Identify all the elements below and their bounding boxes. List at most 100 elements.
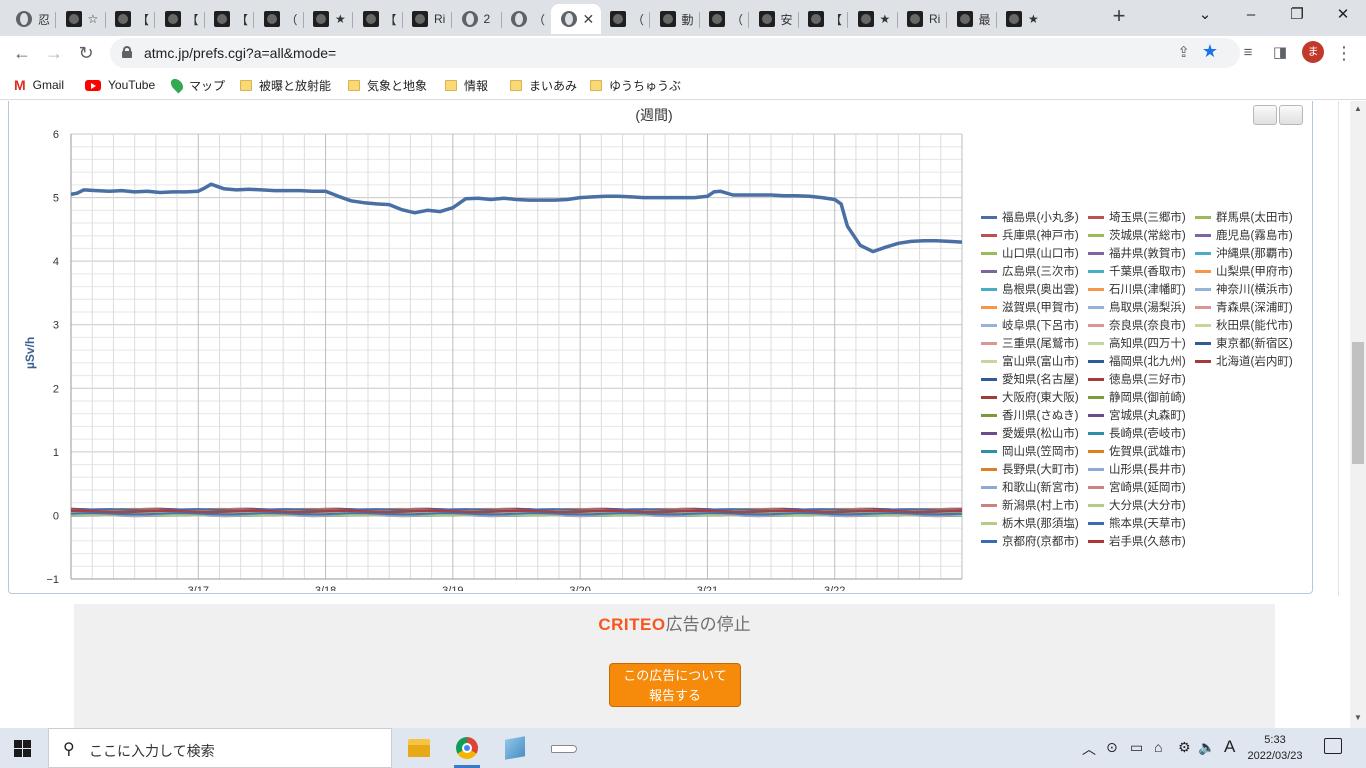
browser-tab[interactable]: 【 — [155, 4, 205, 34]
legend-item[interactable]: 新潟県(村上市) — [981, 497, 1079, 513]
forward-arrow-icon[interactable]: → — [40, 40, 68, 66]
report-ad-button[interactable]: この広告について 報告する — [609, 663, 741, 707]
browser-tab[interactable]: ★ — [848, 4, 898, 34]
browser-tab[interactable]: 動 — [650, 4, 700, 34]
legend-item[interactable]: 大分県(大分市) — [1088, 497, 1186, 513]
volume-icon[interactable]: 🔈 — [1198, 739, 1215, 756]
browser-tab[interactable]: （ — [501, 4, 551, 34]
browser-tab[interactable]: （ — [254, 4, 304, 34]
legend-item[interactable]: 兵庫県(神戸市) — [981, 227, 1079, 243]
legend-item[interactable]: 宮崎県(延岡市) — [1088, 479, 1186, 495]
pinned-app-icon[interactable] — [496, 734, 534, 768]
tray-chevron-icon[interactable]: ︿ — [1082, 739, 1096, 759]
pinned-app-icon[interactable] — [546, 734, 584, 768]
legend-item[interactable]: 静岡県(御前崎) — [1088, 389, 1186, 405]
legend-item[interactable]: 大阪府(東大阪) — [981, 389, 1079, 405]
legend-item[interactable]: 埼玉県(三郷市) — [1088, 209, 1186, 225]
bookmark-folder[interactable]: 気象と地象 — [348, 76, 427, 94]
legend-item[interactable]: 青森県(深浦町) — [1195, 299, 1293, 315]
legend-item[interactable]: 山梨県(甲府市) — [1195, 263, 1293, 279]
bookmark-gmail[interactable]: M Gmail — [14, 76, 64, 94]
legend-item[interactable]: 島根県(奥出雲) — [981, 281, 1079, 297]
legend-item[interactable]: 佐賀県(武雄市) — [1088, 443, 1186, 459]
legend-item[interactable]: 北海道(岩内町) — [1195, 353, 1293, 369]
legend-item[interactable]: 香川県(さぬき) — [981, 407, 1078, 423]
legend-item[interactable]: 栃木県(那須塩) — [981, 515, 1079, 531]
browser-tab[interactable]: （ — [600, 4, 650, 34]
legend-item[interactable]: 東京都(新宿区) — [1195, 335, 1293, 351]
legend-item[interactable]: 鳥取県(湯梨浜) — [1088, 299, 1186, 315]
bookmark-star-icon[interactable]: ★ — [1202, 41, 1218, 62]
browser-tab[interactable]: ✕ — [550, 4, 601, 34]
legend-item[interactable]: 広島県(三次市) — [981, 263, 1079, 279]
legend-item[interactable]: 秋田県(能代市) — [1195, 317, 1293, 333]
legend-item[interactable]: 愛知県(名古屋) — [981, 371, 1079, 387]
legend-item[interactable]: 福岡県(北九州) — [1088, 353, 1186, 369]
new-tab-button[interactable]: + — [1108, 5, 1130, 28]
legend-item[interactable]: 熊本県(天草市) — [1088, 515, 1186, 531]
side-panel-icon[interactable]: ◨ — [1266, 40, 1294, 66]
legend-item[interactable]: 徳島県(三好市) — [1088, 371, 1186, 387]
browser-tab[interactable]: 安 — [749, 4, 799, 34]
browser-tab[interactable]: 忍 — [6, 4, 56, 34]
legend-item[interactable]: 福井県(敦賀市) — [1088, 245, 1186, 261]
taskbar-search[interactable]: ⚲ ここに入力して検索 — [48, 728, 392, 768]
legend-item[interactable]: 群馬県(太田市) — [1195, 209, 1293, 225]
windows-start-icon[interactable] — [14, 740, 31, 757]
ad-stop-banner[interactable]: CRITEO広告の停止 — [74, 610, 1275, 635]
maximize-button[interactable]: ❐ — [1274, 0, 1320, 30]
browser-tab[interactable]: ★ — [996, 4, 1046, 34]
legend-item[interactable]: 岐阜県(下呂市) — [981, 317, 1079, 333]
address-bar[interactable]: atmc.jp/prefs.cgi?a=all&mode= ⇪ ★ — [110, 38, 1240, 68]
bookmark-folder[interactable]: ゆうちゅうぶ — [590, 76, 681, 94]
legend-item[interactable]: 長崎県(壱岐市) — [1088, 425, 1186, 441]
legend-item[interactable]: 神奈川(横浜市) — [1195, 281, 1293, 297]
legend-item[interactable]: 福島県(小丸多) — [981, 209, 1079, 225]
browser-tab[interactable]: 【 — [105, 4, 155, 34]
url-text[interactable]: atmc.jp/prefs.cgi?a=all&mode= — [144, 45, 336, 61]
legend-item[interactable]: 岡山県(笠岡市) — [981, 443, 1079, 459]
tray-settings-icon[interactable]: ⚙ — [1178, 739, 1191, 756]
scroll-up-arrow-icon[interactable]: ▲ — [1354, 104, 1362, 113]
tab-search-button[interactable]: ⌄ — [1182, 0, 1228, 30]
browser-tab[interactable]: 【 — [353, 4, 403, 34]
legend-item[interactable]: 岩手県(久慈市) — [1088, 533, 1186, 549]
close-window-button[interactable]: ✕ — [1320, 0, 1366, 30]
browser-tab[interactable]: ☆ — [56, 4, 106, 34]
legend-item[interactable]: 愛媛県(松山市) — [981, 425, 1079, 441]
chrome-icon[interactable] — [448, 734, 486, 768]
legend-item[interactable]: 鹿児島(霧島市) — [1195, 227, 1293, 243]
legend-item[interactable]: 和歌山(新宮市) — [981, 479, 1079, 495]
tray-app-icon[interactable]: ⊙ — [1106, 739, 1118, 756]
lock-icon[interactable] — [122, 46, 132, 58]
system-clock[interactable]: 5:33 2022/03/23 — [1240, 732, 1310, 764]
legend-item[interactable]: 長野県(大町市) — [981, 461, 1079, 477]
bookmark-folder[interactable]: まいあみ — [510, 76, 577, 94]
legend-item[interactable]: 宮城県(丸森町) — [1088, 407, 1186, 423]
browser-tab[interactable]: （ — [699, 4, 749, 34]
legend-item[interactable]: 富山県(富山市) — [981, 353, 1079, 369]
browser-tab[interactable]: 2 — [452, 4, 502, 34]
back-arrow-icon[interactable]: ← — [8, 40, 36, 66]
file-explorer-icon[interactable] — [400, 734, 438, 768]
legend-item[interactable]: 山形県(長井市) — [1088, 461, 1186, 477]
scroll-down-arrow-icon[interactable]: ▼ — [1354, 713, 1362, 722]
browser-tab[interactable]: ★ — [303, 4, 353, 34]
vertical-scrollbar[interactable]: ▲ ▼ — [1350, 101, 1366, 728]
browser-tab[interactable]: 【 — [798, 4, 848, 34]
legend-item[interactable]: 沖縄県(那覇市) — [1195, 245, 1293, 261]
legend-item[interactable]: 山口県(山口市) — [981, 245, 1079, 261]
share-icon[interactable]: ⇪ — [1177, 43, 1190, 61]
bookmark-youtube[interactable]: YouTube — [85, 76, 155, 94]
browser-tab[interactable]: 最 — [947, 4, 997, 34]
legend-item[interactable]: 京都府(京都市) — [981, 533, 1079, 549]
bookmark-folder[interactable]: 情報 — [445, 76, 488, 94]
network-icon[interactable]: ⌂ — [1154, 739, 1162, 755]
legend-item[interactable]: 奈良県(奈良市) — [1088, 317, 1186, 333]
bookmark-maps[interactable]: マップ — [168, 76, 225, 94]
scrollbar-thumb[interactable] — [1352, 342, 1364, 464]
minimize-button[interactable]: – — [1228, 0, 1274, 30]
reading-list-icon[interactable]: ≡ — [1234, 40, 1262, 66]
browser-tab[interactable]: Ri — [402, 4, 452, 34]
legend-item[interactable]: 茨城県(常総市) — [1088, 227, 1186, 243]
